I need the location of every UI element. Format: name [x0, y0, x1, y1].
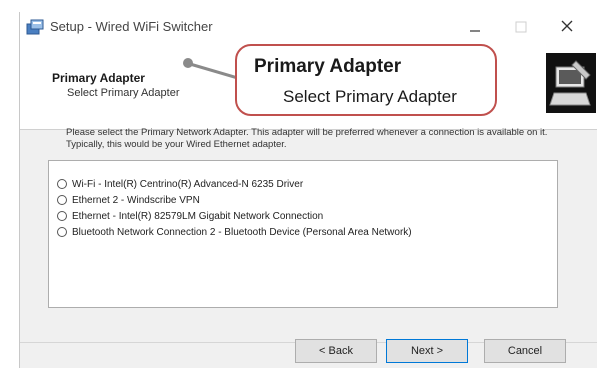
minimize-button[interactable] [452, 12, 498, 42]
radio-icon[interactable] [57, 195, 67, 205]
adapter-label: Ethernet 2 - Windscribe VPN [72, 194, 200, 206]
close-button[interactable] [544, 12, 590, 42]
setup-package-icon [26, 19, 44, 35]
adapter-label: Ethernet - Intel(R) 82579LM Gigabit Netw… [72, 210, 324, 222]
title-bar[interactable]: Setup - Wired WiFi Switcher [20, 12, 597, 42]
wizard-computer-icon [546, 53, 596, 113]
adapter-label: Bluetooth Network Connection 2 - Bluetoo… [72, 226, 412, 238]
adapter-label: Wi-Fi - Intel(R) Centrino(R) Advanced-N … [72, 178, 304, 190]
radio-icon[interactable] [57, 211, 67, 221]
callout-subtitle: Select Primary Adapter [283, 87, 457, 106]
callout-title: Primary Adapter [254, 56, 402, 77]
radio-icon[interactable] [57, 179, 67, 189]
adapter-option-ethernet-2[interactable]: Ethernet 2 - Windscribe VPN [57, 193, 200, 207]
maximize-icon [515, 21, 527, 33]
adapter-option-bluetooth[interactable]: Bluetooth Network Connection 2 - Bluetoo… [57, 225, 412, 239]
radio-icon[interactable] [57, 227, 67, 237]
cancel-button[interactable]: Cancel [484, 339, 566, 363]
maximize-button[interactable] [498, 12, 544, 42]
callout-box: Primary Adapter Select Primary Adapter [235, 44, 497, 116]
back-button[interactable]: < Back [295, 339, 377, 363]
close-icon [561, 20, 573, 32]
minimize-icon [470, 30, 480, 32]
window-title: Setup - Wired WiFi Switcher [50, 19, 213, 34]
page-subtitle: Select Primary Adapter [67, 87, 180, 99]
adapter-option-wifi[interactable]: Wi-Fi - Intel(R) Centrino(R) Advanced-N … [57, 177, 303, 191]
description-text: Please select the Primary Network Adapte… [66, 127, 548, 150]
next-button[interactable]: Next > [386, 339, 468, 363]
adapter-list[interactable]: Wi-Fi - Intel(R) Centrino(R) Advanced-N … [48, 160, 558, 308]
page-title: Primary Adapter [52, 71, 145, 85]
adapter-option-ethernet[interactable]: Ethernet - Intel(R) 82579LM Gigabit Netw… [57, 209, 323, 223]
